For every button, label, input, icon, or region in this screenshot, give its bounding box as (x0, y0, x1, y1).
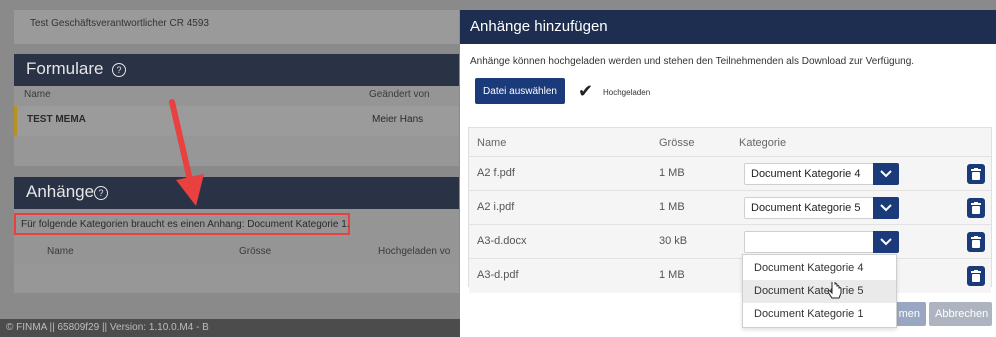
delete-button[interactable] (967, 266, 985, 286)
uploaded-label: Hochgeladen (603, 88, 651, 97)
file-size: 1 MB (659, 269, 685, 281)
table-row: A2 i.pdf 1 MB Document Kategorie 5 (469, 190, 991, 225)
delete-button[interactable] (967, 164, 985, 184)
file-size: 30 kB (659, 235, 688, 247)
table-row: A3-d.docx 30 kB (469, 224, 991, 259)
category-value: Document Kategorie 5 (751, 202, 861, 214)
file-name: A3-d.docx (477, 235, 527, 247)
table-row: A3-d.pdf 1 MB (469, 258, 991, 293)
file-name: A2 f.pdf (477, 167, 515, 179)
table-row: A2 f.pdf 1 MB Document Kategorie 4 (469, 156, 991, 191)
hand-cursor-icon (827, 282, 842, 299)
delete-button[interactable] (967, 198, 985, 218)
chevron-down-icon[interactable] (873, 231, 899, 253)
category-select[interactable]: Document Kategorie 4 (744, 163, 899, 185)
attachments-modal: Anhänge hinzufügen Anhänge können hochge… (460, 10, 996, 337)
header-name: Name (477, 137, 507, 149)
modal-header: Anhänge hinzufügen (460, 10, 996, 44)
category-dropdown-menu: Document Kategorie 4 Document Kategorie … (742, 254, 897, 328)
file-name: A3-d.pdf (477, 269, 519, 281)
trash-icon (971, 236, 981, 248)
category-select[interactable] (744, 231, 899, 253)
dropdown-option[interactable]: Document Kategorie 1 (743, 303, 896, 326)
delete-button[interactable] (967, 232, 985, 252)
category-select[interactable]: Document Kategorie 5 (744, 197, 899, 219)
trash-icon (971, 168, 981, 180)
attachments-table: Name Grösse Kategorie A2 f.pdf 1 MB Docu… (468, 127, 992, 293)
file-size: 1 MB (659, 167, 685, 179)
modal-title: Anhänge hinzufügen (470, 18, 608, 35)
header-size: Grösse (659, 137, 695, 149)
chevron-down-icon[interactable] (873, 197, 899, 219)
trash-icon (971, 202, 981, 214)
choose-file-button[interactable]: Datei auswählen (475, 78, 565, 104)
file-name: A2 i.pdf (477, 201, 515, 213)
trash-icon (971, 270, 981, 282)
dropdown-option[interactable]: Document Kategorie 4 (743, 257, 896, 280)
header-category: Kategorie (739, 137, 787, 149)
chevron-down-icon[interactable] (873, 163, 899, 185)
check-icon: ✔ (578, 81, 594, 101)
category-value: Document Kategorie 4 (751, 168, 861, 180)
modal-description: Anhänge können hochgeladen werden und st… (470, 56, 915, 67)
cancel-button[interactable]: Abbrechen (929, 302, 992, 326)
dropdown-option[interactable]: Document Kategorie 5 (743, 280, 896, 303)
file-size: 1 MB (659, 201, 685, 213)
